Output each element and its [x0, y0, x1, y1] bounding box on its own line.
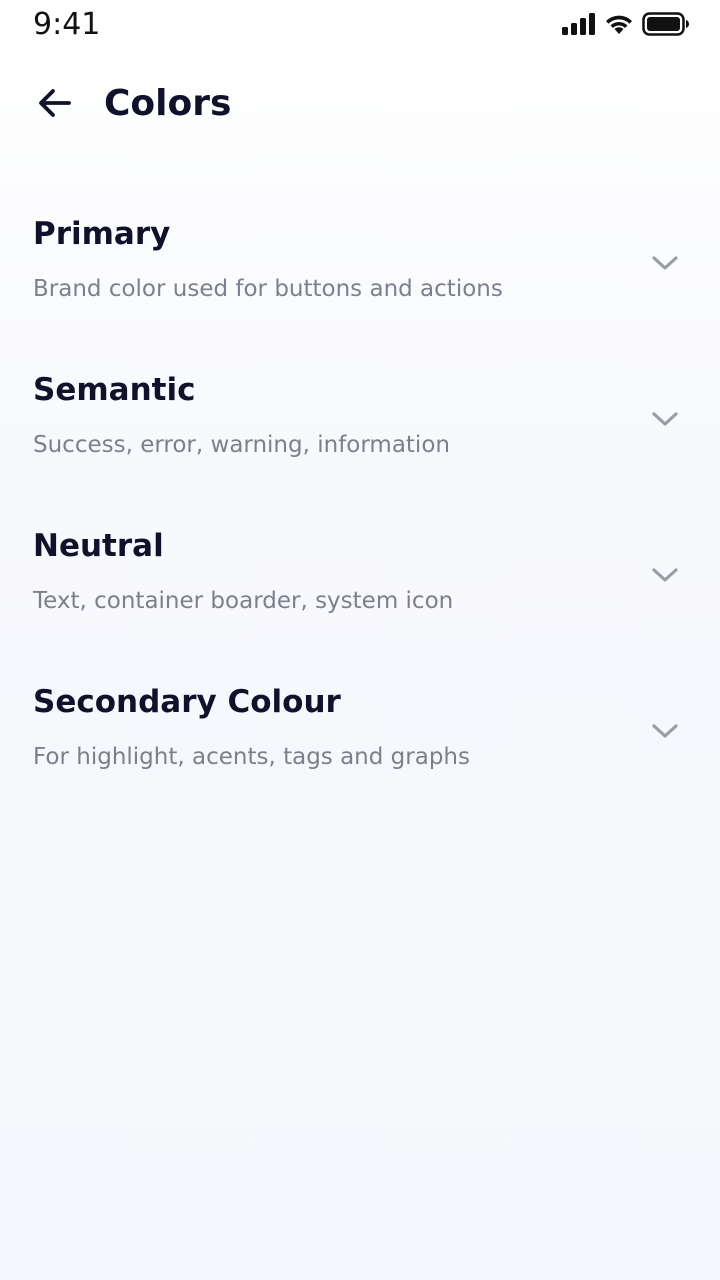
wifi-icon: [604, 13, 634, 39]
color-group-secondary[interactable]: Secondary Colour For highlight, acents, …: [0, 654, 720, 810]
item-title: Primary: [33, 216, 171, 252]
color-group-list: Primary Brand color used for buttons and…: [0, 186, 720, 810]
cellular-signal-icon: [562, 13, 596, 39]
status-icons: [562, 12, 690, 40]
item-description: Brand color used for buttons and actions: [33, 276, 503, 302]
chevron-down-icon[interactable]: [650, 560, 680, 590]
item-description: Text, container boarder, system icon: [33, 588, 454, 614]
color-group-primary[interactable]: Primary Brand color used for buttons and…: [0, 186, 720, 342]
page-title: Colors: [104, 83, 232, 124]
chevron-down-icon[interactable]: [650, 248, 680, 278]
header: Colors: [0, 72, 720, 136]
color-group-neutral[interactable]: Neutral Text, container boarder, system …: [0, 498, 720, 654]
status-time: 9:41: [33, 7, 101, 42]
item-title: Semantic: [33, 372, 196, 408]
item-description: For highlight, acents, tags and graphs: [33, 744, 470, 770]
status-bar: 9:41: [0, 0, 720, 52]
chevron-down-icon[interactable]: [650, 404, 680, 434]
item-title: Secondary Colour: [33, 684, 341, 720]
back-button[interactable]: [30, 80, 80, 130]
chevron-down-icon[interactable]: [650, 716, 680, 746]
item-description: Success, error, warning, information: [33, 432, 450, 458]
battery-icon: [642, 12, 690, 40]
color-group-semantic[interactable]: Semantic Success, error, warning, inform…: [0, 342, 720, 498]
item-title: Neutral: [33, 528, 164, 564]
arrow-left-icon: [37, 85, 73, 125]
